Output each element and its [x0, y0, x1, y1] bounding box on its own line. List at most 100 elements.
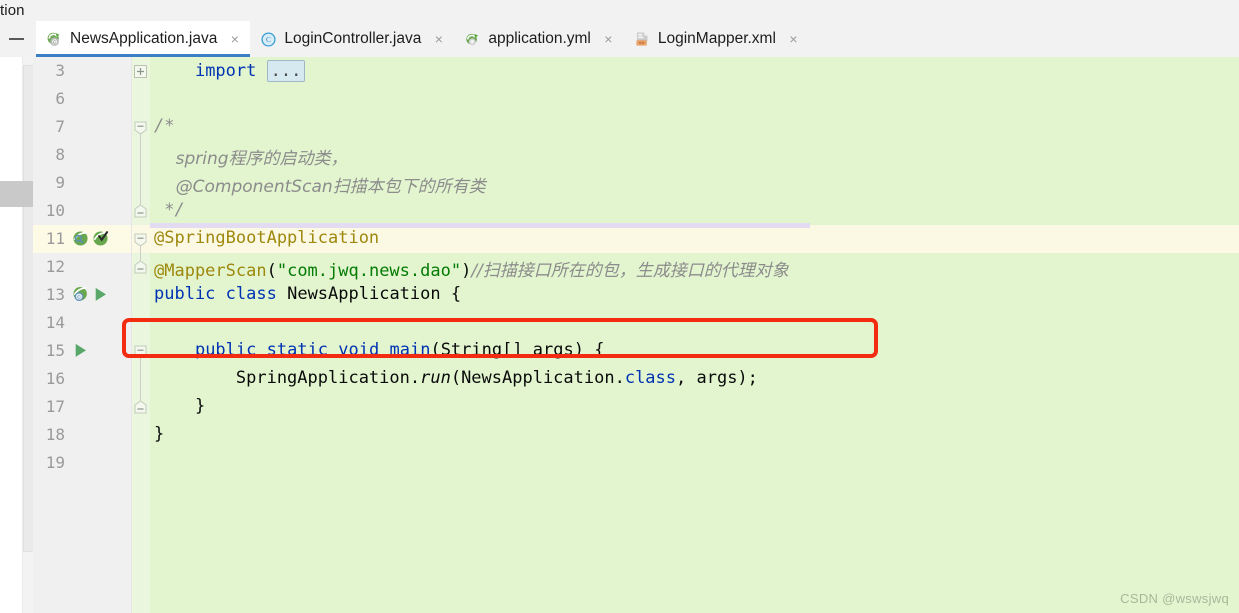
gutter-line[interactable]: 13 C	[33, 281, 131, 309]
gutter-line[interactable]: 19	[33, 449, 131, 477]
spring-search-bean-icon[interactable]	[71, 229, 90, 248]
gutter-line[interactable]: 6	[33, 85, 131, 113]
code-line-text: public static void main(String[] args) {	[154, 340, 605, 360]
gutter-line[interactable]: 3	[33, 57, 131, 85]
editor-tab-loginmapper-xml[interactable]: <> LoginMapper.xml ×	[624, 21, 809, 57]
gutter-line[interactable]: 18	[33, 421, 131, 449]
code-token: ...	[266, 60, 306, 82]
svg-text:C: C	[77, 295, 81, 301]
fold-guide-line	[140, 365, 141, 393]
ide-window: tion C NewsApplication.java × C LoginControl…	[0, 0, 1239, 613]
gutter-line[interactable]: 15	[33, 337, 131, 365]
code-token: run	[420, 368, 451, 388]
fold-guide-line	[140, 245, 141, 253]
spring-boot-class-icon: C	[46, 31, 63, 48]
code-token: public	[194, 340, 257, 360]
code-line-text: @SpringBootApplication	[154, 228, 379, 248]
code-line[interactable]: public static void main(String[] args) {	[132, 337, 1239, 365]
editor-tab-close-icon[interactable]: ×	[602, 32, 615, 46]
spring-bean-icon[interactable]: C	[71, 285, 90, 304]
code-line[interactable]: @ComponentScan扫描本包下的所有类	[132, 169, 1239, 197]
code-token: }	[154, 396, 206, 416]
code-line[interactable]: }	[132, 393, 1239, 421]
code-line[interactable]	[132, 309, 1239, 337]
fold-collapse-bottom-icon[interactable]	[133, 400, 148, 415]
code-line[interactable]	[132, 85, 1239, 113]
mybatis-xml-icon: <>	[634, 31, 651, 48]
editor-tab-logincontroller-java[interactable]: C LoginController.java ×	[250, 21, 454, 57]
code-line[interactable]: SpringApplication.run(NewsApplication.cl…	[132, 365, 1239, 393]
code-marker-highlight	[0, 181, 33, 207]
run-gutter-icon[interactable]	[71, 341, 90, 360]
fold-plus-icon[interactable]	[133, 64, 148, 79]
line-number: 19	[45, 453, 65, 472]
gutter-line[interactable]: 11	[33, 225, 131, 253]
editor-tab-close-icon[interactable]: ×	[432, 32, 445, 46]
code-line[interactable]	[132, 449, 1239, 477]
editor-tab-close-icon[interactable]: ×	[228, 32, 241, 46]
gutter-line[interactable]: 7	[33, 113, 131, 141]
gutter-line[interactable]: 8	[33, 141, 131, 169]
code-line-text: public class NewsApplication {	[154, 284, 461, 304]
code-line-text: spring程序的启动类，	[154, 144, 348, 169]
code-token: import	[194, 61, 257, 81]
code-line-text: /*	[154, 116, 174, 136]
fold-collapse-bottom-icon[interactable]	[133, 260, 148, 275]
code-line[interactable]: public class NewsApplication {	[132, 281, 1239, 309]
line-number: 11	[45, 229, 65, 248]
code-line[interactable]: import ...	[132, 57, 1239, 85]
fold-collapse-bottom-icon[interactable]	[133, 204, 148, 219]
editor-tab-label: NewsApplication.java	[70, 30, 218, 48]
editor-tab-close-icon[interactable]: ×	[787, 32, 800, 46]
code-token: (String[] args) {	[430, 340, 605, 360]
fold-guide-line	[140, 169, 141, 197]
svg-text:<>: <>	[638, 40, 644, 46]
line-number: 14	[45, 313, 65, 332]
editor-tab-label: LoginController.java	[284, 30, 422, 48]
gutter-line[interactable]: 14	[33, 309, 131, 337]
code-line[interactable]: */	[132, 197, 1239, 225]
gutter-line[interactable]: 9	[33, 169, 131, 197]
line-number: 7	[55, 117, 65, 136]
gutter-line[interactable]: 16	[33, 365, 131, 393]
editor-area: 3 6 7 8 9 10 11 12 13 C 14 15 16 17 18 19 import ... /* …	[0, 57, 1239, 613]
line-number: 13	[45, 285, 65, 304]
code-token: "com.jwq.news.dao"	[276, 261, 462, 281]
code-token: @ComponentScan扫描本包下的所有类	[154, 177, 486, 197]
code-canvas[interactable]: import ... /* spring程序的启动类， @ComponentSca…	[132, 57, 1239, 613]
code-line[interactable]: }	[132, 421, 1239, 449]
code-token: }	[154, 424, 165, 444]
code-token: main	[389, 340, 431, 360]
line-number: 9	[55, 173, 65, 192]
editor-tab-newsapplication-java[interactable]: C NewsApplication.java ×	[36, 21, 251, 57]
code-line[interactable]: /*	[132, 113, 1239, 141]
run-gutter-icon[interactable]	[91, 285, 110, 304]
gutter-line[interactable]: 17	[33, 393, 131, 421]
gutter-line[interactable]: 12	[33, 253, 131, 281]
fold-guide-line	[140, 393, 141, 401]
code-line[interactable]: @MapperScan("com.jwq.news.dao")//扫描接口所在的…	[132, 253, 1239, 281]
editor-tab-label: application.yml	[488, 30, 591, 48]
line-number: 18	[45, 425, 65, 444]
code-line[interactable]: spring程序的启动类，	[132, 141, 1239, 169]
line-number: 15	[45, 341, 65, 360]
line-number: 8	[55, 145, 65, 164]
svg-text:C: C	[53, 39, 56, 44]
spring-check-bean-icon[interactable]	[91, 229, 110, 248]
editor-tab-label: LoginMapper.xml	[657, 30, 776, 48]
collapse-all-button[interactable]	[8, 32, 26, 46]
spring-yaml-icon	[464, 31, 481, 48]
fold-guide-line	[140, 197, 141, 205]
line-number-gutter[interactable]: 3 6 7 8 9 10 11 12 13 C 14 15 16 17 18 19	[33, 57, 132, 613]
code-line[interactable]: @SpringBootApplication	[132, 223, 1239, 253]
code-line-text: */	[154, 200, 184, 220]
code-token: NewsApplication {	[276, 284, 462, 304]
watermark: CSDN @wswsjwq	[1120, 591, 1229, 606]
editor-tab-application-yml[interactable]: application.yml ×	[454, 21, 624, 57]
window-title-text: tion	[0, 2, 25, 19]
fold-guide-line	[140, 141, 141, 169]
gutter-line[interactable]: 10	[33, 197, 131, 225]
code-line-text: }	[154, 424, 164, 444]
